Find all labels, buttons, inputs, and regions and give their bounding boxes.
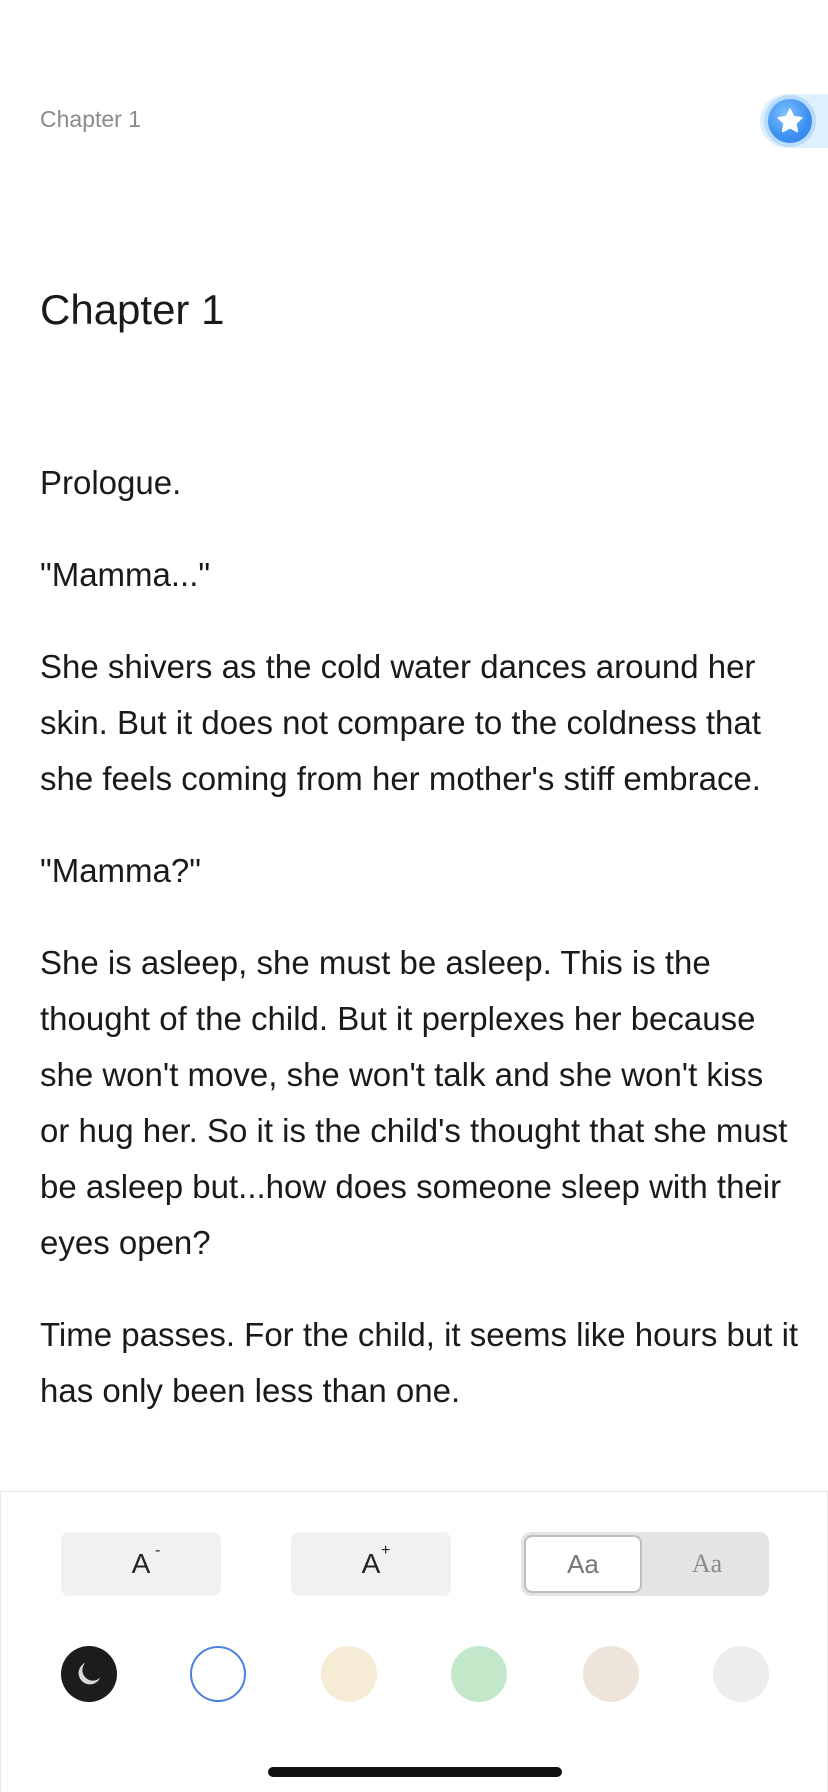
font-style-serif-option[interactable]: Aa xyxy=(648,1535,766,1593)
theme-white-swatch[interactable] xyxy=(190,1646,246,1702)
font-increase-icon: A + xyxy=(361,1542,391,1580)
theme-gray-swatch[interactable] xyxy=(713,1646,769,1702)
font-decrease-modifier: - xyxy=(155,1542,161,1559)
paragraph: "Mamma..." xyxy=(40,556,211,593)
moon-icon xyxy=(78,1662,101,1685)
font-decrease-glyph: A xyxy=(131,1548,151,1579)
theme-green-swatch[interactable] xyxy=(451,1646,507,1702)
home-indicator xyxy=(268,1767,562,1777)
chapter-title: Chapter 1 xyxy=(40,286,225,333)
font-style-sans-option[interactable]: Aa xyxy=(524,1535,642,1593)
paragraph: She shivers as the cold water dances aro… xyxy=(40,648,761,797)
chapter-content: Prologue. "Mamma..." She shivers as the … xyxy=(40,455,800,1455)
paragraph: Prologue. xyxy=(40,464,182,501)
font-style-toggle: Aa Aa xyxy=(521,1532,769,1596)
header-chapter-label: Chapter 1 xyxy=(40,106,142,132)
paragraph: She is asleep, she must be asleep. This … xyxy=(40,944,788,1261)
font-increase-modifier: + xyxy=(381,1542,391,1559)
font-increase-glyph: A xyxy=(361,1548,381,1579)
theme-cream-swatch[interactable] xyxy=(321,1646,377,1702)
increase-font-button[interactable]: A + xyxy=(291,1532,451,1596)
theme-tan-swatch[interactable] xyxy=(583,1646,639,1702)
reader-settings-panel: A - A + Aa Aa xyxy=(0,1491,828,1792)
font-decrease-icon: A - xyxy=(131,1542,161,1580)
floating-badge[interactable] xyxy=(760,94,828,148)
decrease-font-button[interactable]: A - xyxy=(61,1532,221,1596)
paragraph: Time passes. For the child, it seems lik… xyxy=(40,1316,799,1409)
theme-night-swatch[interactable] xyxy=(61,1646,117,1702)
paragraph: "Mamma?" xyxy=(40,852,201,889)
star-badge-icon[interactable] xyxy=(768,99,812,143)
